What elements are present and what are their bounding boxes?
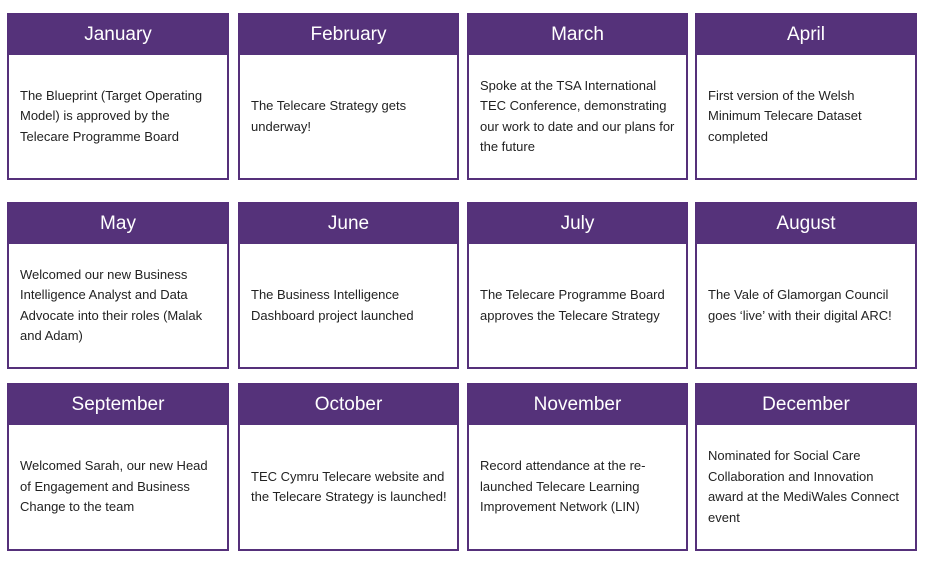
month-card-december: December Nominated for Social Care Collab… bbox=[695, 383, 917, 551]
month-title: May bbox=[9, 204, 227, 244]
month-description: The Telecare Strategy gets underway! bbox=[251, 98, 407, 134]
month-title: January bbox=[9, 15, 227, 55]
month-card-may: May Welcomed our new Business Intelligenc… bbox=[7, 202, 229, 369]
month-title: March bbox=[469, 15, 686, 55]
month-description: Spoke at the TSA International TEC Confe… bbox=[480, 77, 675, 155]
month-card-october: October TEC Cymru Telecare website and th… bbox=[238, 383, 459, 551]
month-description: The Vale of Glamorgan Council goes ‘live… bbox=[708, 287, 892, 323]
month-card-november: November Record attendance at the re-laun… bbox=[467, 383, 688, 551]
month-description: Record attendance at the re-launched Tel… bbox=[480, 458, 646, 515]
month-title: November bbox=[469, 385, 686, 425]
month-card-september: September Welcomed Sarah, our new Head of… bbox=[7, 383, 229, 551]
month-card-april: April First version of the Welsh Minimum … bbox=[695, 13, 917, 180]
month-card-march: March Spoke at the TSA International TEC … bbox=[467, 13, 688, 180]
month-description: Welcomed Sarah, our new Head of Engageme… bbox=[20, 458, 208, 515]
month-title: July bbox=[469, 204, 686, 244]
month-description: The Blueprint (Target Operating Model) i… bbox=[20, 87, 203, 144]
month-card-february: February The Telecare Strategy gets under… bbox=[238, 13, 459, 180]
month-title: October bbox=[240, 385, 457, 425]
month-description: Welcomed our new Business Intelligence A… bbox=[20, 266, 203, 344]
month-title: August bbox=[697, 204, 915, 244]
month-title: December bbox=[697, 385, 915, 425]
month-card-august: August The Vale of Glamorgan Council goes… bbox=[695, 202, 917, 369]
month-description: Nominated for Social Care Collaboration … bbox=[708, 448, 900, 525]
month-card-july: July The Telecare Programme Board approve… bbox=[467, 202, 688, 369]
month-description: First version of the Welsh Minimum Telec… bbox=[708, 87, 862, 144]
month-title: September bbox=[9, 385, 227, 425]
month-description: The Telecare Programme Board approves th… bbox=[480, 287, 665, 323]
month-card-january: January The Blueprint (Target Operating M… bbox=[7, 13, 229, 180]
month-title: April bbox=[697, 15, 915, 55]
month-title: February bbox=[240, 15, 457, 55]
month-card-june: June The Business Intelligence Dashboard … bbox=[238, 202, 459, 369]
month-title: June bbox=[240, 204, 457, 244]
month-description: The Business Intelligence Dashboard proj… bbox=[251, 287, 414, 323]
month-description: TEC Cymru Telecare website and the Telec… bbox=[251, 468, 447, 505]
